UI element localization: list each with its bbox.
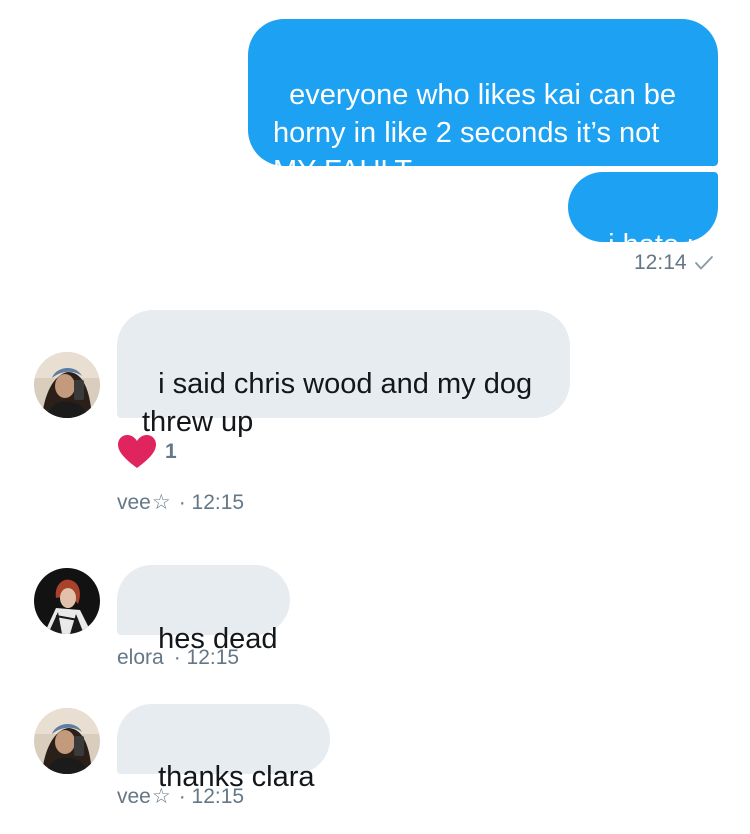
message-meta: vee ☆ · 12:15	[117, 490, 244, 515]
check-icon	[694, 256, 713, 270]
profile-photo-icon	[34, 708, 100, 774]
star-icon: ☆	[151, 491, 171, 514]
message-text: i said chris wood and my dog threw up	[142, 368, 541, 438]
timestamp-text: · 12:15	[178, 784, 245, 808]
timestamp-text: · 12:15	[178, 490, 245, 514]
message-meta: vee ☆ · 12:15	[117, 784, 244, 809]
profile-photo-icon	[34, 568, 100, 634]
sent-message-bubble[interactable]: i hate u	[568, 172, 718, 261]
star-icon: ☆	[151, 785, 171, 808]
profile-photo-icon	[34, 352, 100, 418]
avatar-vee[interactable]	[34, 708, 100, 774]
message-meta: elora · 12:15	[117, 646, 239, 670]
timestamp-text: 12:14	[634, 251, 687, 274]
received-message-bubble[interactable]: hes dead	[117, 565, 290, 655]
message-text: everyone who likes kai can be horny in l…	[273, 79, 685, 187]
received-message-bubble[interactable]: i said chris wood and my dog threw up	[117, 310, 570, 438]
reaction-count: 1	[165, 440, 177, 463]
sender-name[interactable]: elora	[117, 646, 164, 670]
received-message-bubble[interactable]: thanks clara	[117, 704, 330, 793]
sender-name[interactable]: vee	[117, 491, 151, 515]
avatar-vee[interactable]	[34, 352, 100, 418]
message-timestamp: 12:14	[634, 251, 714, 275]
timestamp-text: · 12:15	[173, 646, 240, 669]
avatar-elora[interactable]	[34, 568, 100, 634]
reaction[interactable]: 1	[117, 434, 177, 470]
sent-message-bubble[interactable]: everyone who likes kai can be horny in l…	[248, 19, 718, 187]
sender-name[interactable]: vee	[117, 785, 151, 809]
heart-icon[interactable]	[117, 434, 157, 470]
